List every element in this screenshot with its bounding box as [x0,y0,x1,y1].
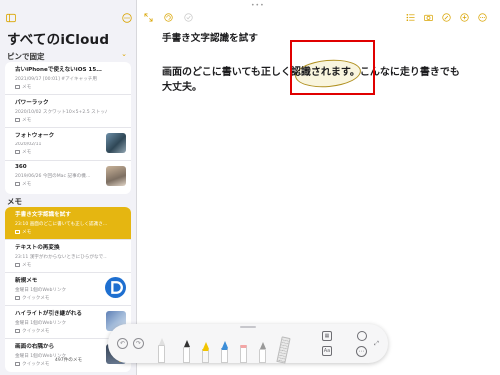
sidebar-toggle-icon[interactable] [6,13,16,23]
marker-tool[interactable] [202,342,209,363]
crayon-tool[interactable] [221,341,228,363]
multitasking-dots[interactable]: ••• [251,2,265,9]
text-tool-button[interactable]: Aa [322,346,332,356]
fountain-pen-tool[interactable] [183,340,190,363]
checklist-icon[interactable] [406,13,415,22]
link-thumbnail [105,277,126,298]
notes-sidebar: すべてのiCloud ピンで固定 ⌄ 古いiPhoneで使えないiOS 15の新… [0,0,137,375]
folder-icon [15,230,20,234]
list-item[interactable]: フォトウォーク 2020/02/11 メモ [5,128,131,161]
undo-icon[interactable] [164,13,173,22]
pinned-section-label: ピンで固定 [7,52,45,61]
note-thumbnail [106,133,126,153]
folder-icon [15,263,20,267]
done-icon[interactable] [184,13,193,22]
pinned-notes-list: 古いiPhoneで使えないiOS 15の新機… 2021/09/17 [00:0… [5,62,131,194]
editor-toolbar-right [406,13,487,22]
sidebar-toolbar [0,11,137,25]
tool-palette: ↶ ↷ ▦ Aa ⋯ ⤢ [108,324,388,364]
eraser-tool[interactable] [240,345,247,363]
palette-grabber[interactable] [240,326,256,328]
pen-tool[interactable] [158,338,165,363]
editor-toolbar-left [144,13,193,22]
list-item-selected[interactable]: 手書き文字認識を試す 23:10 画面のどこに書いても正しく認識さ… メモ [5,207,131,240]
folder-title: すべてのiCloud [7,32,110,48]
markup-icon[interactable] [442,13,451,22]
more-icon[interactable] [122,13,132,23]
more-icon[interactable]: ⋯ [356,346,367,357]
expand-icon[interactable] [144,13,153,22]
list-item[interactable]: 新規メモ 金曜日 1個のWebリンク クイックメモ [5,273,131,306]
collapse-icon[interactable]: ⤢ [371,339,382,350]
camera-icon[interactable] [424,13,433,22]
add-shape-icon[interactable] [357,331,367,341]
redo-icon[interactable]: ↷ [133,338,144,349]
note-heading[interactable]: 手書き文字認識を試す [162,30,258,44]
list-item[interactable]: パワーラック 2020/10/02 スクワット10×5+2.5 ストッパ… メモ [5,95,131,128]
ruler-tool[interactable] [276,336,291,364]
notes-section-label: メモ [7,197,22,206]
folder-icon [15,296,20,300]
folder-icon [15,85,20,89]
chevron-down-icon[interactable]: ⌄ [121,50,127,58]
highlight-annotation-box [290,40,375,95]
note-editor: ••• 手書き文字認識を試す 画面のどこに書いても正しく認識されます。こんなに走… [137,0,500,375]
lasso-tool[interactable] [259,342,266,363]
folder-icon [15,118,20,122]
more-icon[interactable] [478,13,487,22]
folder-icon [15,150,20,154]
list-item[interactable]: テキストの再変換 23:11 漢字がわからないときにひらがなで… メモ [5,240,131,273]
list-item[interactable]: 古いiPhoneで使えないiOS 15の新機… 2021/09/17 [00:0… [5,62,131,95]
folder-icon [15,329,20,333]
note-thumbnail [106,166,126,186]
folder-icon [15,182,20,186]
undo-icon[interactable]: ↶ [117,338,128,349]
grid-icon[interactable]: ▦ [322,331,332,341]
list-item[interactable]: 360 2019/06/26 今回のMac 記事の機… メモ [5,161,131,194]
share-icon[interactable] [460,13,469,22]
